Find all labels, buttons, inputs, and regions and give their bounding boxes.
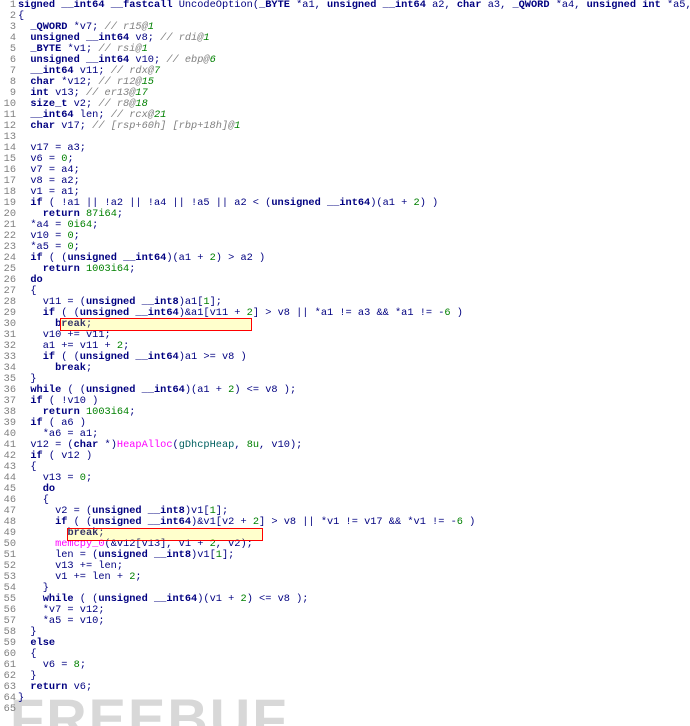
- code-line: break;: [18, 319, 690, 330]
- code-line: signed __int64 __fastcall UncodeOption(_…: [18, 0, 690, 11]
- code-line: v10 = 0;: [18, 231, 690, 242]
- code-line: }: [18, 627, 690, 638]
- code-line: if ( v12 ): [18, 451, 690, 462]
- code-line: {: [18, 462, 690, 473]
- code-line: do: [18, 484, 690, 495]
- code-line: return 1003i64;: [18, 264, 690, 275]
- watermark: FREEBUF: [10, 713, 288, 724]
- code-line: return 1003i64;: [18, 407, 690, 418]
- code-line: else: [18, 638, 690, 649]
- code-line: *a5 = v10;: [18, 616, 690, 627]
- decompiler-view: FREEBUF 12345678910111213141516171819202…: [0, 0, 690, 726]
- code-line: }: [18, 671, 690, 682]
- code-line: return 87i64;: [18, 209, 690, 220]
- code-line: char v17; // [rsp+60h] [rbp+18h]@1: [18, 121, 690, 132]
- code-line: *v7 = v12;: [18, 605, 690, 616]
- line-number-gutter: 1234567891011121314151617181920212223242…: [0, 0, 16, 715]
- code-line: [18, 132, 690, 143]
- line-number: 65: [0, 704, 16, 715]
- code-line: if ( (unsigned __int64)&v1[v2 + 2] > v8 …: [18, 517, 690, 528]
- code-line: v1 += len + 2;: [18, 572, 690, 583]
- code-line: *a4 = 0i64;: [18, 220, 690, 231]
- code-line: if ( (unsigned __int64)a1 >= v8 ): [18, 352, 690, 363]
- code-line: if ( a6 ): [18, 418, 690, 429]
- code-line: break;: [18, 363, 690, 374]
- code-line: v13 = 0;: [18, 473, 690, 484]
- code-line: v6 = 8;: [18, 660, 690, 671]
- code-line: v6 = 0;: [18, 154, 690, 165]
- code-line: return v6;: [18, 682, 690, 693]
- code-line: v7 = a4;: [18, 165, 690, 176]
- code-line: while ( (unsigned __int64)(a1 + 2) <= v8…: [18, 385, 690, 396]
- code-line: if ( (unsigned __int64)&a1[v11 + 2] > v8…: [18, 308, 690, 319]
- code-line: }: [18, 693, 690, 704]
- code-line: v8 = a2;: [18, 176, 690, 187]
- code-listing: signed __int64 __fastcall UncodeOption(_…: [18, 0, 690, 704]
- code-line: v17 = a3;: [18, 143, 690, 154]
- code-line: while ( (unsigned __int64)(v1 + 2) <= v8…: [18, 594, 690, 605]
- code-line: do: [18, 275, 690, 286]
- code-line: {: [18, 649, 690, 660]
- code-line: v12 = (char *)HeapAlloc(gDhcpHeap, 8u, v…: [18, 440, 690, 451]
